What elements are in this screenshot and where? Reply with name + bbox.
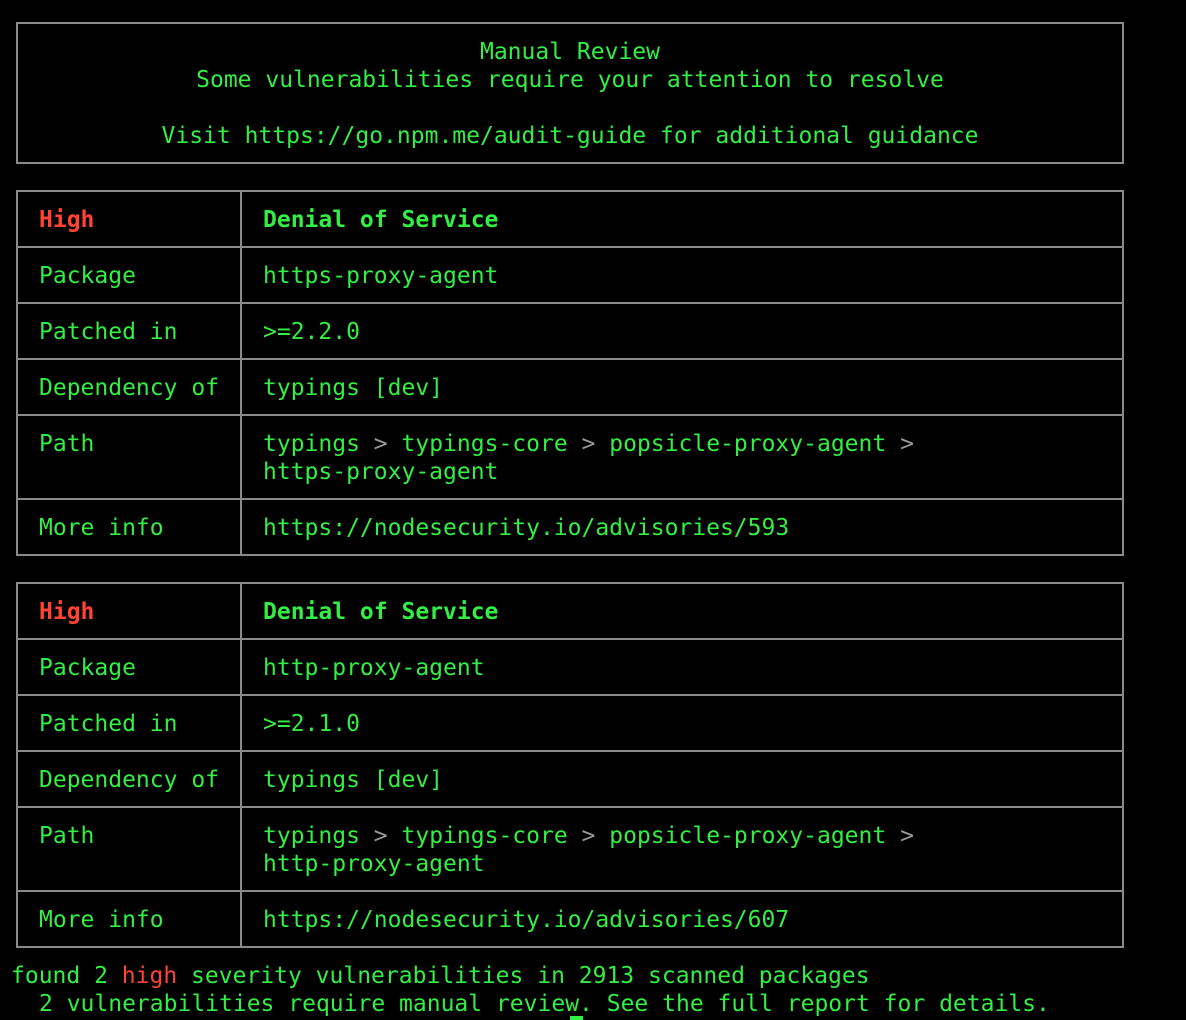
path-separator: > (581, 431, 596, 457)
path-separator: > (900, 431, 914, 457)
banner-title: Manual Review (479, 39, 660, 65)
banner-subtitle: Some vulnerabilities require your attent… (196, 67, 944, 93)
dependency-of-row: Dependency of typings [dev] (16, 358, 1124, 416)
path-separator: > (373, 823, 388, 849)
path-separator: > (373, 431, 388, 457)
summary-manual-line: 2 vulnerabilities require manual review.… (39, 991, 1050, 1017)
dependency-of-label: Dependency of (16, 750, 242, 808)
path-separator: > (581, 823, 596, 849)
summary-found-line: found 2 high severity vulnerabilities in… (11, 962, 870, 990)
path-label: Path (16, 414, 242, 500)
more-info-row: More info https://nodesecurity.io/adviso… (16, 498, 1124, 556)
dependency-of-value: typings [dev] (240, 750, 1124, 808)
advisory-title: Denial of Service (263, 207, 499, 233)
path-separator: > (900, 823, 914, 849)
patched-in-value: >=2.2.0 (240, 302, 1124, 360)
dependency-of-label: Dependency of (16, 358, 242, 416)
more-info-row: More info https://nodesecurity.io/adviso… (16, 890, 1124, 948)
package-label: Package (16, 638, 242, 696)
manual-review-banner: Manual Review Some vulnerabilities requi… (16, 22, 1124, 164)
severity-label: High (39, 599, 95, 625)
advisory-table: High Denial of Service Package http-prox… (16, 582, 1124, 948)
patched-in-row: Patched in >=2.2.0 (16, 302, 1124, 360)
path-value: typings > typings-core > popsicle-proxy-… (240, 806, 1124, 892)
path-segment: typings-core (401, 823, 568, 849)
summary-severity-word: high (121, 963, 178, 989)
path-segment: typings (263, 823, 360, 849)
banner-guide: Visit https://go.npm.me/audit-guide for … (161, 123, 979, 149)
path-row: Path typings > typings-core > popsicle-p… (16, 414, 1124, 500)
path-value: typings > typings-core > popsicle-proxy-… (240, 414, 1124, 500)
patched-in-value: >=2.1.0 (240, 694, 1124, 752)
path-segment: popsicle-proxy-agent (609, 431, 887, 457)
patched-in-label: Patched in (16, 694, 242, 752)
more-info-label: More info (16, 498, 242, 556)
advisory-title: Denial of Service (263, 599, 499, 625)
advisory-header-row: High Denial of Service (16, 582, 1124, 640)
path-row: Path typings > typings-core > popsicle-p… (16, 806, 1124, 892)
path-label: Path (16, 806, 242, 892)
more-info-link[interactable]: https://nodesecurity.io/advisories/607 (240, 890, 1124, 948)
more-info-link[interactable]: https://nodesecurity.io/advisories/593 (240, 498, 1124, 556)
package-row: Package https-proxy-agent (16, 246, 1124, 304)
advisory-table: High Denial of Service Package https-pro… (16, 190, 1124, 556)
dependency-of-value: typings [dev] (240, 358, 1124, 416)
summary-found-suffix: severity vulnerabilities in 2913 scanned… (191, 963, 870, 989)
more-info-label: More info (16, 890, 242, 948)
severity-label: High (39, 207, 95, 233)
patched-in-row: Patched in >=2.1.0 (16, 694, 1124, 752)
summary-found-prefix: found 2 (11, 963, 108, 989)
path-segment: http-proxy-agent (263, 851, 485, 877)
terminal-cursor (570, 1016, 583, 1020)
package-value: https-proxy-agent (240, 246, 1124, 304)
path-segment: typings-core (401, 431, 568, 457)
package-row: Package http-proxy-agent (16, 638, 1124, 696)
patched-in-label: Patched in (16, 302, 242, 360)
path-segment: popsicle-proxy-agent (609, 823, 887, 849)
dependency-of-row: Dependency of typings [dev] (16, 750, 1124, 808)
advisory-header-row: High Denial of Service (16, 190, 1124, 248)
package-value: http-proxy-agent (240, 638, 1124, 696)
package-label: Package (16, 246, 242, 304)
path-segment: typings (263, 431, 360, 457)
path-segment: https-proxy-agent (263, 459, 499, 485)
